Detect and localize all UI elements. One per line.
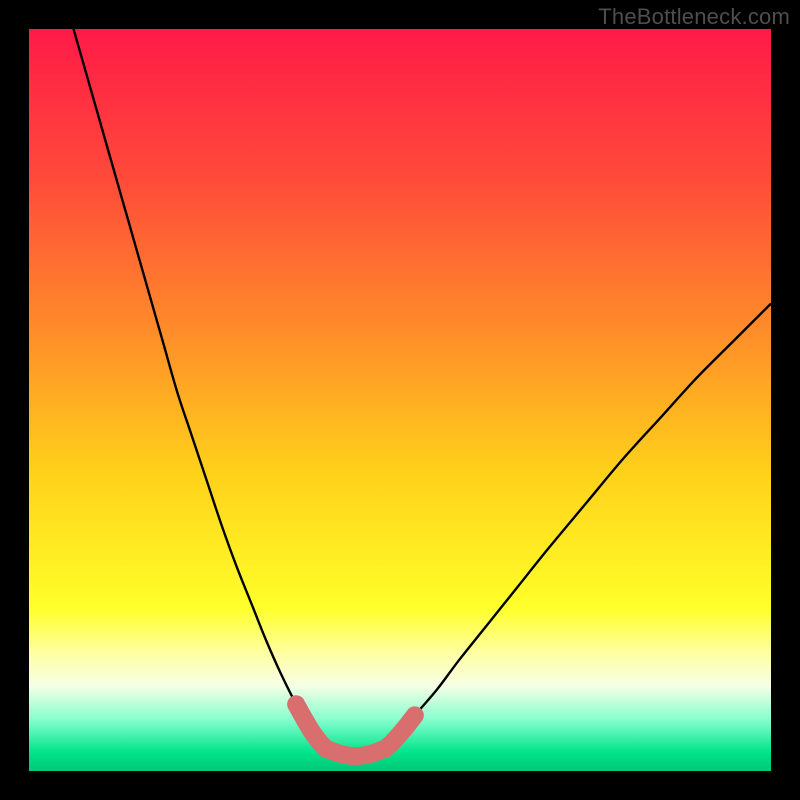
watermark-text: TheBottleneck.com (598, 4, 790, 30)
outer-frame: TheBottleneck.com (0, 0, 800, 800)
gradient-background (29, 29, 771, 771)
bottleneck-chart (29, 29, 771, 771)
